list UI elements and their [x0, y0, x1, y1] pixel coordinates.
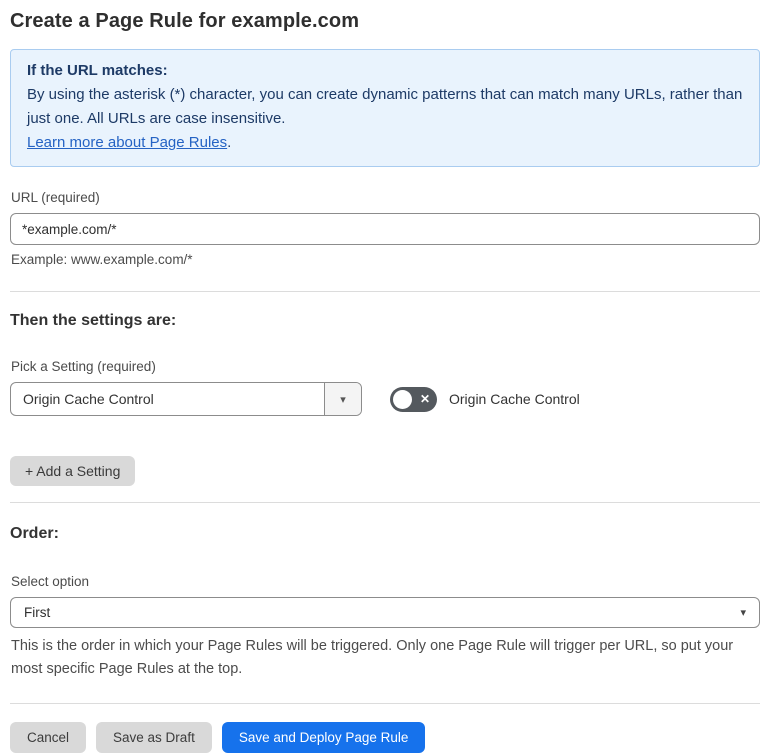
- toggle-label: Origin Cache Control: [449, 391, 580, 407]
- setting-row: Origin Cache Control ▾ ✕ Origin Cache Co…: [10, 382, 760, 416]
- learn-more-link[interactable]: Learn more about Page Rules: [27, 134, 227, 151]
- footer-button-bar: Cancel Save as Draft Save and Deploy Pag…: [10, 722, 760, 753]
- url-field-label: URL (required): [11, 190, 100, 205]
- order-section-heading: Order:: [10, 525, 59, 542]
- info-box-heading: If the URL matches:: [27, 62, 168, 79]
- divider: [10, 291, 760, 292]
- page-rule-form: Create a Page Rule for example.com If th…: [0, 0, 770, 753]
- order-select[interactable]: First ▾: [10, 597, 760, 628]
- settings-section-heading: Then the settings are:: [10, 312, 177, 329]
- setting-select-arrow-button[interactable]: ▾: [324, 383, 361, 415]
- toggle-off-x-icon: ✕: [419, 392, 430, 406]
- page-title: Create a Page Rule for example.com: [10, 10, 360, 32]
- url-example-text: Example: www.example.com/*: [11, 252, 193, 267]
- link-suffix: .: [227, 134, 232, 151]
- save-and-deploy-button[interactable]: Save and Deploy Page Rule: [221, 722, 426, 753]
- order-select-label: Select option: [11, 574, 90, 589]
- order-select-value: First: [24, 605, 51, 620]
- chevron-down-icon: ▾: [740, 607, 746, 619]
- toggle-knob: [393, 389, 412, 409]
- url-input[interactable]: [10, 213, 760, 245]
- add-setting-button[interactable]: + Add a Setting: [10, 456, 136, 486]
- cancel-button[interactable]: Cancel: [10, 722, 87, 753]
- setting-select-value: Origin Cache Control: [23, 391, 154, 407]
- origin-cache-control-toggle[interactable]: ✕: [390, 386, 437, 412]
- divider: [10, 703, 760, 704]
- setting-select[interactable]: Origin Cache Control ▾: [10, 382, 362, 416]
- info-box-body: By using the asterisk (*) character, you…: [27, 86, 743, 127]
- order-help-text: This is the order in which your Page Rul…: [11, 638, 734, 677]
- chevron-down-icon: ▾: [340, 393, 346, 406]
- pick-setting-label: Pick a Setting (required): [11, 359, 156, 374]
- url-match-info-box: If the URL matches: By using the asteris…: [10, 49, 760, 167]
- divider: [10, 502, 760, 503]
- save-as-draft-button[interactable]: Save as Draft: [96, 722, 212, 753]
- info-box-link-line: Learn more about Page Rules.: [27, 131, 743, 155]
